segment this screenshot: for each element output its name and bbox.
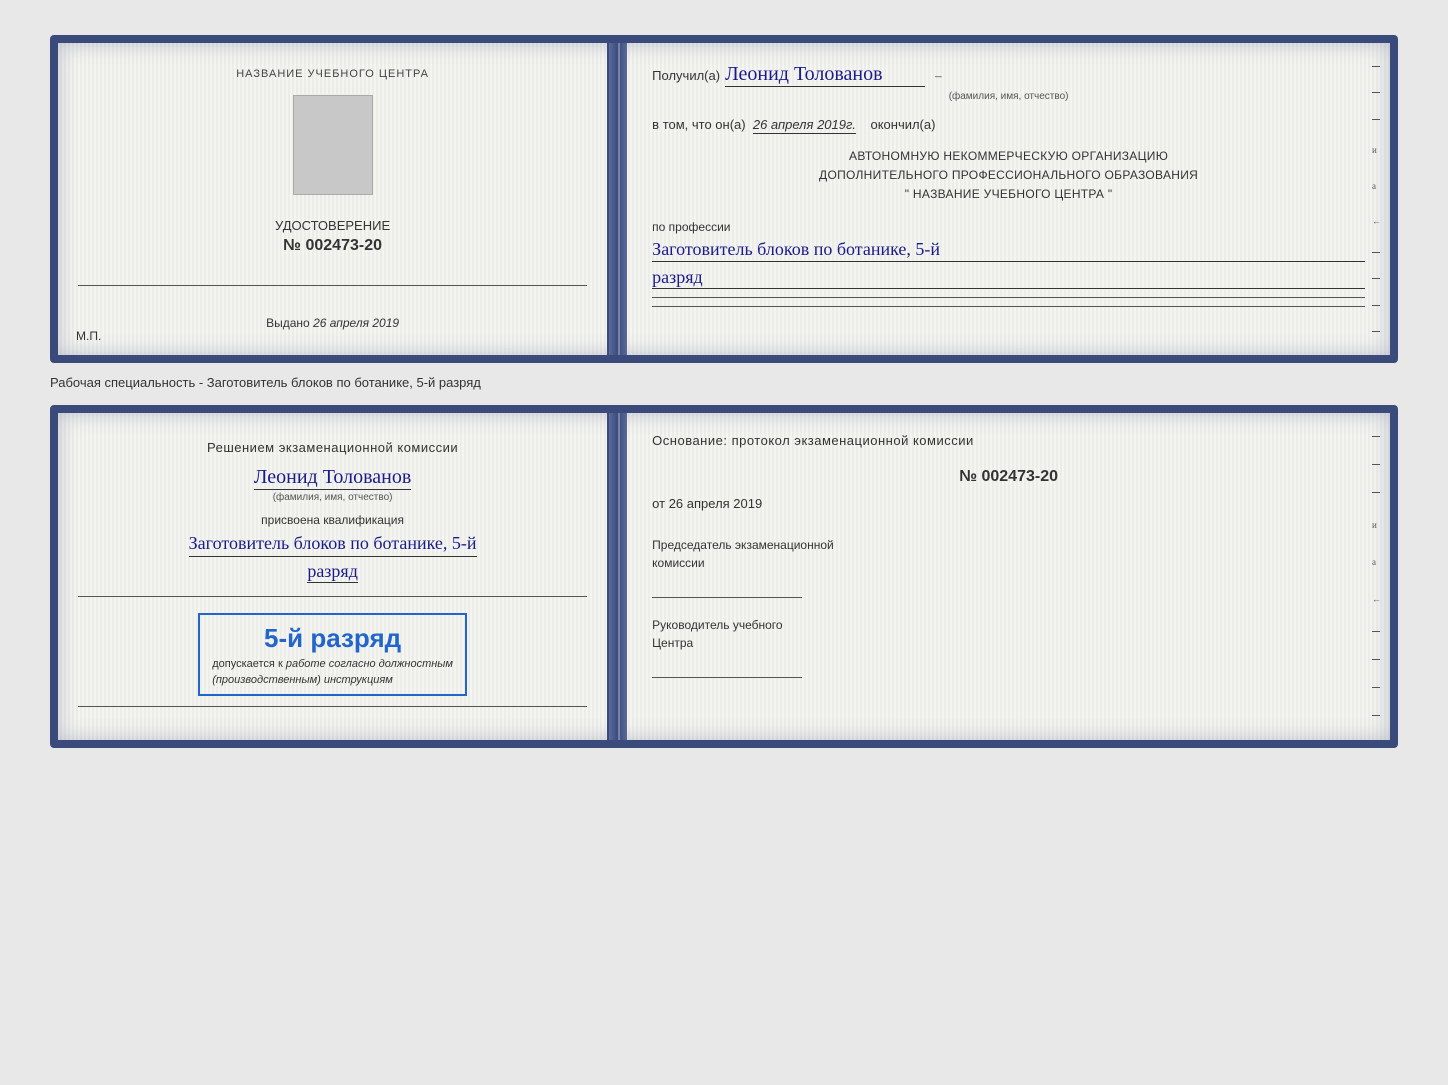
document-card-2: Решением экзаменационной комиссии Леонид… (50, 405, 1398, 748)
received-label: Получил(а) (652, 68, 720, 83)
edge-mark (1372, 252, 1380, 253)
edge-marks-2: и а ← (1372, 413, 1384, 740)
edge-mark (1372, 659, 1380, 660)
spine-1 (609, 43, 627, 355)
stamp-box: 5-й разряд допускается к работе согласно… (198, 613, 467, 696)
edge-mark (1372, 687, 1380, 688)
stamp-admit-link: работе согласно должностным (286, 658, 453, 670)
chairman-label-1: Председатель экзаменационной (652, 538, 834, 552)
date-suffix: окончил(а) (870, 117, 935, 132)
edge-mark-letter: ← (1372, 594, 1384, 604)
profession-value: Заготовитель блоков по ботанике, 5-й (652, 238, 1365, 262)
edge-mark-letter: а (1372, 181, 1384, 191)
edge-mark (1372, 331, 1380, 332)
edge-mark (1372, 92, 1380, 93)
razryad-value-1: разряд (652, 267, 1365, 289)
org-block: АВТОНОМНУЮ НЕКОММЕРЧЕСКУЮ ОРГАНИЗАЦИЮ ДО… (652, 147, 1365, 205)
underline-blank-1 (652, 297, 1365, 298)
edge-mark (1372, 305, 1380, 306)
chairman-signature-line (652, 580, 802, 598)
edge-mark-letter: ← (1372, 216, 1384, 226)
doc2-left-panel: Решением экзаменационной комиссии Леонид… (58, 413, 609, 740)
edge-mark (1372, 492, 1380, 493)
doc1-right-inner: Получил(а) Леонид Толованов – (фамилия, … (652, 63, 1365, 307)
decision-fio-hint: (фамилия, имя, отчество) (273, 492, 393, 503)
page-container: НАЗВАНИЕ УЧЕБНОГО ЦЕНТРА УДОСТОВЕРЕНИЕ №… (20, 20, 1428, 763)
document-card-1: НАЗВАНИЕ УЧЕБНОГО ЦЕНТРА УДОСТОВЕРЕНИЕ №… (50, 35, 1398, 363)
edge-mark (1372, 278, 1380, 279)
stamp-rank: 5-й разряд (212, 623, 453, 654)
issued-line: Выдано 26 апреля 2019 (266, 316, 399, 330)
issued-label: Выдано (266, 316, 310, 330)
recipient-line: Получил(а) Леонид Толованов – (652, 63, 1365, 87)
photo-placeholder (293, 95, 373, 195)
underline-blank-2 (652, 306, 1365, 307)
qualification-value: Заготовитель блоков по ботанике, 5-й (189, 531, 477, 557)
from-label: от (652, 496, 665, 511)
head-signature-block: Руководитель учебного Центра (652, 616, 1365, 678)
underline-blank-4 (78, 706, 587, 707)
dash-after-name: – (935, 68, 942, 84)
org-line3: " НАЗВАНИЕ УЧЕБНОГО ЦЕНТРА " (652, 185, 1365, 204)
edge-mark (1372, 66, 1380, 67)
stamp-admit: допускается к работе согласно должностны… (212, 658, 453, 670)
head-label-2: Центра (652, 636, 693, 650)
doc2-right-inner: Основание: протокол экзаменационной коми… (652, 433, 1365, 678)
chairman-label-2: комиссии (652, 556, 704, 570)
stamp-admit-suffix: (производственным) инструкциям (212, 674, 453, 686)
training-center-label: НАЗВАНИЕ УЧЕБНОГО ЦЕНТРА (236, 68, 429, 80)
from-date-value: 26 апреля 2019 (669, 496, 763, 511)
edge-marks-1: и а ← (1372, 43, 1384, 355)
cert-number-prefix: № (283, 237, 301, 254)
date-prefix: в том, что он(а) (652, 117, 745, 132)
edge-mark-letter: и (1372, 520, 1384, 530)
edge-mark (1372, 631, 1380, 632)
recipient-name: Леонид Толованов (725, 63, 925, 87)
edge-mark-letter: а (1372, 557, 1384, 567)
doc2-right-panel: Основание: протокол экзаменационной коми… (627, 413, 1390, 740)
date-value: 26 апреля 2019г. (753, 117, 856, 134)
underline-blank-3 (78, 596, 587, 597)
edge-mark (1372, 464, 1380, 465)
decision-title: Решением экзаменационной комиссии (207, 438, 458, 458)
cert-number-value: 002473-20 (305, 237, 382, 254)
qualification-label: присвоена квалификация (261, 513, 404, 527)
head-signature-line (652, 660, 802, 678)
spine-2 (609, 413, 627, 740)
doc1-right-panel: Получил(а) Леонид Толованов – (фамилия, … (627, 43, 1390, 355)
edge-mark (1372, 119, 1380, 120)
doc1-left-panel: НАЗВАНИЕ УЧЕБНОГО ЦЕНТРА УДОСТОВЕРЕНИЕ №… (58, 43, 609, 355)
caption: Рабочая специальность - Заготовитель бло… (50, 375, 1398, 390)
edge-mark-letter: и (1372, 145, 1384, 155)
chairman-signature-block: Председатель экзаменационной комиссии (652, 536, 1365, 598)
basis-title: Основание: протокол экзаменационной коми… (652, 433, 1365, 448)
decision-name: Леонид Толованов (254, 466, 412, 490)
head-label: Руководитель учебного Центра (652, 616, 1365, 652)
org-line2: ДОПОЛНИТЕЛЬНОГО ПРОФЕССИОНАЛЬНОГО ОБРАЗО… (652, 166, 1365, 185)
profession-label: по профессии (652, 220, 1365, 234)
edge-mark (1372, 715, 1380, 716)
issued-date: 26 апреля 2019 (313, 316, 399, 330)
chairman-label: Председатель экзаменационной комиссии (652, 536, 1365, 572)
head-label-1: Руководитель учебного (652, 618, 782, 632)
protocol-number: № 002473-20 (652, 468, 1365, 486)
separator-line-1 (78, 285, 587, 286)
edge-mark (1372, 436, 1380, 437)
razryad-value-2: разряд (307, 561, 358, 583)
org-line1: АВТОНОМНУЮ НЕКОММЕРЧЕСКУЮ ОРГАНИЗАЦИЮ (652, 147, 1365, 166)
from-date-line: от 26 апреля 2019 (652, 496, 1365, 511)
cert-title: УДОСТОВЕРЕНИЕ (275, 218, 390, 233)
cert-number: № 002473-20 (283, 237, 382, 255)
fio-hint-1: (фамилия, имя, отчество) (652, 91, 1365, 102)
mp-label: М.П. (76, 329, 101, 343)
stamp-admit-prefix: допускается к (212, 658, 283, 670)
date-line: в том, что он(а) 26 апреля 2019г. окончи… (652, 117, 1365, 132)
